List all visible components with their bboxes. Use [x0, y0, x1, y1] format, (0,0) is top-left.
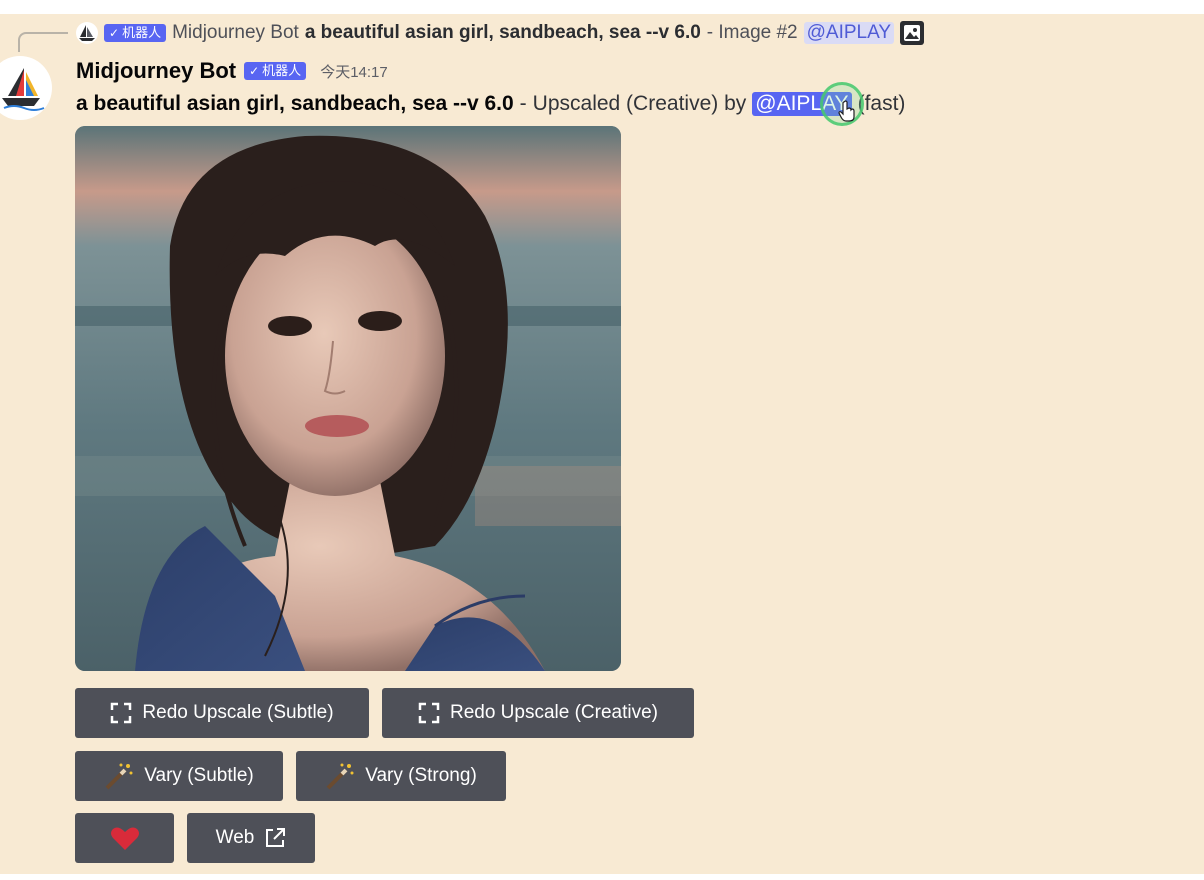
midjourney-logo-icon	[2, 68, 45, 111]
message-header: Midjourney Bot ✓ 机器人 今天14:17	[76, 56, 388, 86]
timestamp: 今天14:17	[320, 63, 388, 81]
reply-mention[interactable]: @AIPLAY	[803, 22, 895, 44]
bottom-divider	[0, 874, 1204, 880]
separator: -	[519, 92, 527, 115]
redo-upscale-creative-label: Redo Upscale (Creative)	[449, 702, 659, 723]
magic-wand-icon	[326, 763, 354, 790]
image-attachment-icon[interactable]	[900, 21, 925, 45]
message-prompt: a beautiful asian girl, sandbeach, sea -…	[76, 92, 514, 115]
reply-suffix: - Image #2	[706, 22, 798, 43]
reply-reference[interactable]: ✓ 机器人 Midjourney Bot a beautiful asian g…	[76, 20, 925, 46]
portrait-image	[75, 126, 621, 671]
hand-cursor-icon	[838, 100, 855, 122]
vary-subtle-button[interactable]: Vary (Subtle)	[75, 751, 283, 801]
action-text: Upscaled (Creative) by	[532, 92, 747, 115]
reply-connector	[18, 32, 68, 52]
reply-prompt: a beautiful asian girl, sandbeach, sea -…	[304, 22, 701, 43]
web-label: Web	[215, 827, 255, 848]
reply-author[interactable]: Midjourney Bot	[172, 22, 299, 44]
web-button[interactable]: Web	[187, 813, 315, 863]
favorite-button[interactable]	[75, 813, 174, 863]
midjourney-avatar-icon[interactable]	[76, 22, 98, 44]
bot-badge-label: 机器人	[262, 63, 302, 78]
speed-label: (fast)	[857, 92, 906, 115]
avatar[interactable]	[0, 56, 52, 120]
redo-upscale-creative-button[interactable]: Redo Upscale (Creative)	[382, 688, 694, 738]
top-divider	[0, 0, 1204, 14]
heart-icon	[110, 827, 139, 850]
vary-strong-button[interactable]: Vary (Strong)	[296, 751, 506, 801]
generated-image[interactable]	[75, 126, 621, 671]
vary-subtle-label: Vary (Subtle)	[144, 765, 254, 786]
external-link-icon	[266, 828, 286, 847]
magic-wand-icon	[105, 763, 133, 790]
bot-badge: ✓ 机器人	[104, 24, 167, 42]
bot-badge: ✓ 机器人	[244, 62, 307, 80]
check-icon: ✓	[249, 64, 260, 78]
username[interactable]: Midjourney Bot	[76, 58, 236, 84]
check-icon: ✓	[109, 26, 120, 40]
expand-icon	[418, 702, 440, 724]
redo-upscale-subtle-label: Redo Upscale (Subtle)	[142, 702, 334, 723]
bot-badge-label: 机器人	[122, 25, 162, 40]
vary-strong-label: Vary (Strong)	[365, 765, 477, 786]
redo-upscale-subtle-button[interactable]: Redo Upscale (Subtle)	[75, 688, 369, 738]
message-content: a beautiful asian girl, sandbeach, sea -…	[76, 88, 905, 120]
expand-icon	[111, 702, 132, 724]
